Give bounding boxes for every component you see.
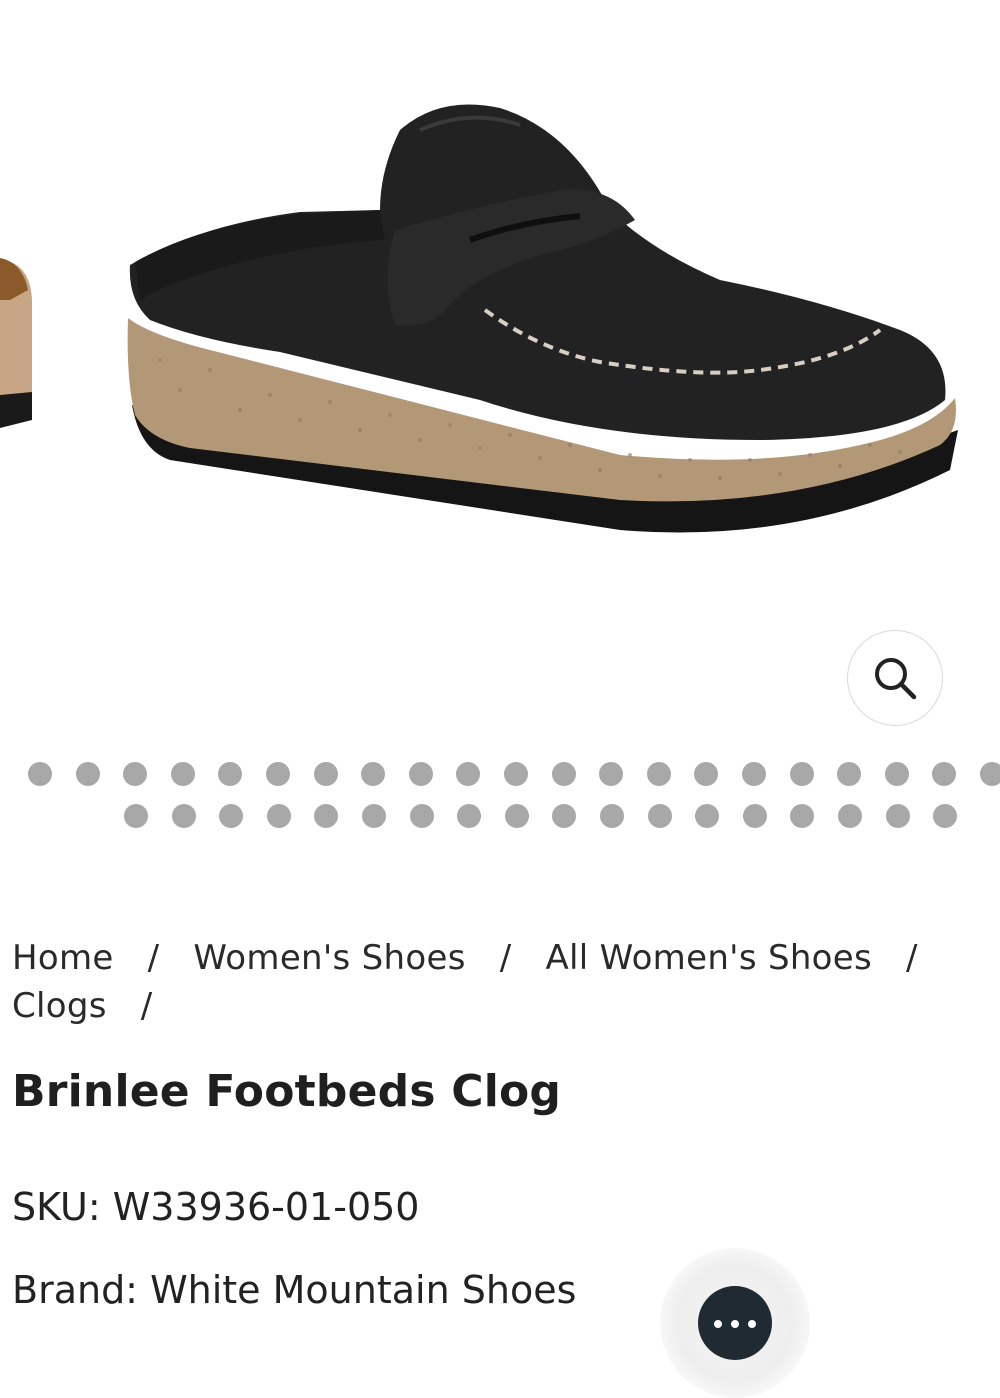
pagination-dot[interactable]	[267, 804, 291, 828]
pagination-dot[interactable]	[886, 804, 910, 828]
breadcrumb-separator: /	[147, 938, 160, 978]
breadcrumb: Home / Women's Shoes / All Women's Shoes / Clo…	[12, 934, 987, 1030]
product-image	[0, 104, 958, 533]
product-image-gallery[interactable]	[0, 0, 1000, 740]
zoom-button[interactable]	[847, 630, 943, 726]
image-pagination-dots	[0, 755, 1000, 835]
pagination-dot[interactable]	[172, 804, 196, 828]
breadcrumb-clogs[interactable]: Clogs	[12, 986, 107, 1026]
pagination-dot[interactable]	[648, 804, 672, 828]
pagination-dot[interactable]	[885, 762, 909, 786]
search-icon	[875, 658, 917, 700]
product-title: Brinlee Footbeds Clog	[12, 1066, 562, 1117]
pagination-dot[interactable]	[743, 804, 767, 828]
pagination-dot[interactable]	[932, 762, 956, 786]
pagination-dot[interactable]	[123, 762, 147, 786]
pagination-dot[interactable]	[933, 804, 957, 828]
breadcrumb-womens-shoes[interactable]: Women's Shoes	[193, 938, 465, 978]
pagination-dot[interactable]	[76, 762, 100, 786]
product-sku: SKU: W33936-01-050	[12, 1185, 420, 1229]
pagination-dot[interactable]	[504, 762, 528, 786]
pagination-dot[interactable]	[552, 762, 576, 786]
product-brand: Brand: White Mountain Shoes	[12, 1268, 577, 1312]
pagination-dot[interactable]	[218, 762, 242, 786]
pagination-dot[interactable]	[742, 762, 766, 786]
main-shoe	[127, 104, 958, 533]
breadcrumb-separator: /	[499, 938, 512, 978]
pagination-dot[interactable]	[456, 762, 480, 786]
pagination-dot[interactable]	[409, 762, 433, 786]
breadcrumb-home[interactable]: Home	[12, 938, 114, 978]
pagination-dot[interactable]	[600, 804, 624, 828]
pagination-dot[interactable]	[505, 804, 529, 828]
pagination-dot[interactable]	[219, 804, 243, 828]
pagination-dot[interactable]	[647, 762, 671, 786]
pagination-dot[interactable]	[171, 762, 195, 786]
pagination-dot[interactable]	[837, 762, 861, 786]
pagination-dot[interactable]	[28, 762, 52, 786]
breadcrumb-separator: /	[906, 938, 918, 978]
pagination-dot[interactable]	[314, 804, 338, 828]
pagination-dot[interactable]	[314, 762, 338, 786]
pagination-dot[interactable]	[790, 762, 814, 786]
pagination-dot[interactable]	[980, 762, 1000, 786]
pagination-dot[interactable]	[599, 762, 623, 786]
chat-button[interactable]	[660, 1248, 810, 1398]
more-dots-icon	[698, 1286, 772, 1360]
pagination-dot[interactable]	[361, 762, 385, 786]
breadcrumb-all-womens-shoes[interactable]: All Women's Shoes	[546, 938, 873, 978]
pagination-dot[interactable]	[457, 804, 481, 828]
pagination-dot[interactable]	[362, 804, 386, 828]
pagination-dot[interactable]	[410, 804, 434, 828]
pagination-dot[interactable]	[266, 762, 290, 786]
pagination-dot[interactable]	[695, 804, 719, 828]
previous-shoe-partial	[0, 258, 32, 428]
pagination-dot[interactable]	[124, 804, 148, 828]
pagination-dot[interactable]	[694, 762, 718, 786]
pagination-dot[interactable]	[790, 804, 814, 828]
pagination-dot[interactable]	[552, 804, 576, 828]
breadcrumb-separator: /	[140, 986, 153, 1026]
pagination-dot[interactable]	[838, 804, 862, 828]
